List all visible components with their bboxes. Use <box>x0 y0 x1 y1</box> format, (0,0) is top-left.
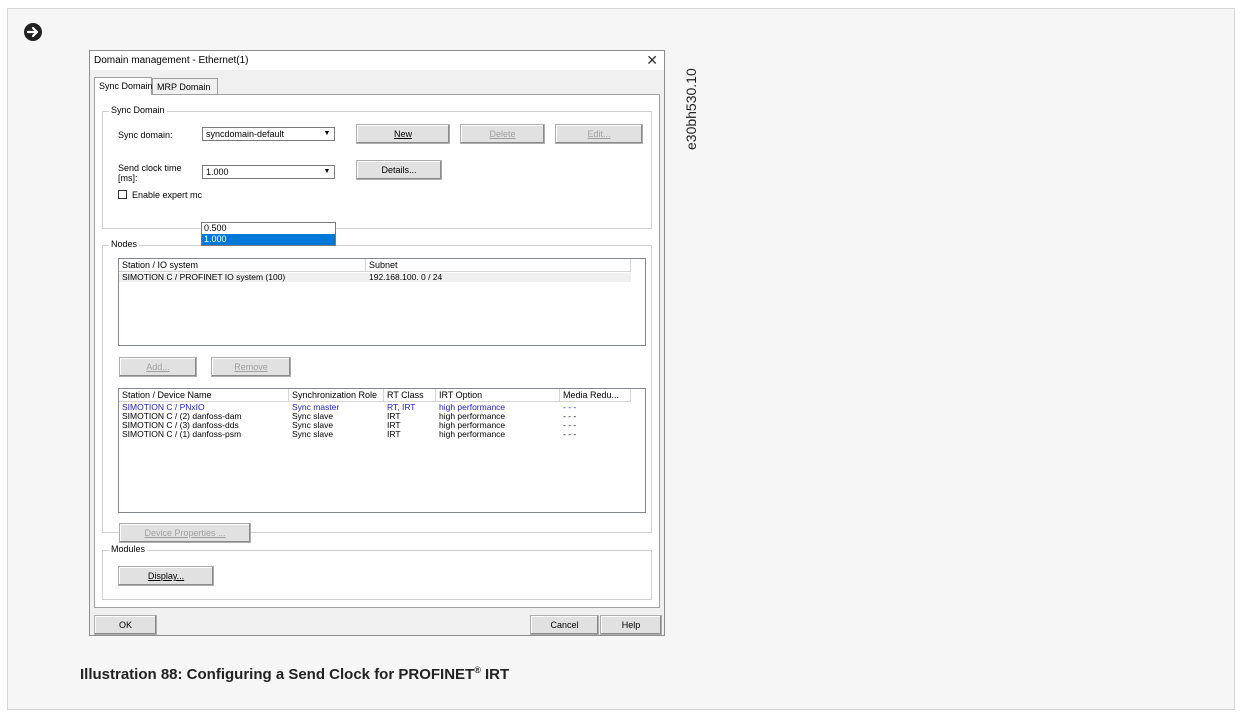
io-system-list[interactable]: Station / IO system Subnet SIMOTION C / … <box>118 258 646 346</box>
table-row[interactable]: SIMOTION C / (1) danfoss-psm Sync slave … <box>119 430 631 439</box>
column-header-subnet[interactable]: Subnet <box>366 259 631 272</box>
edit-button[interactable]: Edit... <box>555 124 643 144</box>
expert-mode-checkbox[interactable] <box>118 190 127 199</box>
ok-button[interactable]: OK <box>94 615 157 635</box>
column-header-station[interactable]: Station / IO system <box>119 259 366 272</box>
rt-class-cell: IRT <box>387 429 401 439</box>
dropdown-option[interactable]: 0.500 <box>202 223 335 234</box>
delete-button-label: Delete <box>489 129 516 139</box>
caption-suffix: IRT <box>480 666 510 683</box>
nodes-group: Nodes Station / IO system Subnet SIMOTIO… <box>102 239 652 543</box>
new-button-label: New <box>393 129 412 139</box>
chevron-down-icon: ▼ <box>323 130 331 137</box>
send-clock-label-line1: Send clock time <box>118 163 182 173</box>
close-icon[interactable]: ✕ <box>646 52 658 69</box>
modules-legend: Modules <box>109 544 148 554</box>
column-header-media-redundancy[interactable]: Media Redu... <box>560 389 631 402</box>
nodes-legend: Nodes <box>109 239 140 249</box>
media-redundancy-cell: - - - <box>563 429 577 439</box>
sync-domain-legend: Sync Domain <box>109 105 167 115</box>
sync-domain-label: Sync domain: <box>118 130 173 140</box>
domain-management-dialog: Domain management - Ethernet(1) ✕ Sync D… <box>89 50 665 636</box>
device-list[interactable]: Station / Device Name Synchronization Ro… <box>118 388 646 513</box>
delete-button[interactable]: Delete <box>460 124 545 144</box>
send-clock-dropdown-list: 0.500 1.000 <box>201 222 336 246</box>
table-row[interactable]: SIMOTION C / PROFINET IO system (100) 19… <box>119 273 631 282</box>
details-button[interactable]: Details... <box>356 160 442 180</box>
figure-caption: Illustration 88: Configuring a Send Cloc… <box>80 665 509 683</box>
sync-domain-select[interactable]: syncdomain-default ▼ <box>202 127 335 141</box>
chevron-down-icon: ▼ <box>323 168 331 175</box>
sync-domain-panel: Sync Domain Sync domain: syncdomain-defa… <box>94 94 660 608</box>
sync-domain-value: syncdomain-default <box>206 129 285 139</box>
station-cell: SIMOTION C / PROFINET IO system (100) <box>122 272 286 282</box>
send-clock-label-line2: [ms]: <box>118 173 138 183</box>
dialog-title: Domain management - Ethernet(1) <box>94 55 249 66</box>
device-name-cell: SIMOTION C / (1) danfoss-psm <box>122 429 242 439</box>
cancel-button[interactable]: Cancel <box>530 615 599 635</box>
registered-mark: ® <box>474 665 481 675</box>
modules-group: Modules Display... <box>102 544 652 600</box>
column-header-irt-option[interactable]: IRT Option <box>436 389 560 402</box>
remove-button-label: Remove <box>234 362 268 372</box>
dropdown-option-selected[interactable]: 1.000 <box>202 234 335 245</box>
display-button-label: Display... <box>147 571 185 581</box>
remove-button[interactable]: Remove <box>211 357 291 377</box>
arrow-right-circle-icon <box>24 23 42 41</box>
irt-option-cell: high performance <box>439 429 506 439</box>
device-properties-button[interactable]: Device Properties ... <box>119 523 251 543</box>
dialog-titlebar: Domain management - Ethernet(1) ✕ <box>90 51 664 70</box>
edit-button-label: Edit... <box>587 129 611 139</box>
sync-domain-group: Sync Domain Sync domain: syncdomain-defa… <box>102 105 652 229</box>
display-button[interactable]: Display... <box>118 566 214 586</box>
column-header-rt-class[interactable]: RT Class <box>384 389 436 402</box>
figure-code-text: e30bh530.10 <box>683 68 699 150</box>
add-button-label: Add... <box>146 362 170 372</box>
figure-code: e30bh530.10 <box>683 50 699 150</box>
tab-mrp-domain[interactable]: MRP Domain <box>152 78 218 94</box>
tab-sync-domain[interactable]: Sync Domain <box>94 77 153 95</box>
subnet-cell: 192.168.100. 0 / 24 <box>369 272 443 282</box>
expert-mode-label: Enable expert mc <box>132 190 203 200</box>
help-button[interactable]: Help <box>600 615 662 635</box>
new-button[interactable]: New <box>356 124 450 144</box>
send-clock-value: 1.000 <box>206 167 229 177</box>
device-properties-label: Device Properties ... <box>144 528 226 538</box>
column-header-device-name[interactable]: Station / Device Name <box>119 389 289 402</box>
send-clock-select[interactable]: 1.000 ▼ <box>202 165 335 179</box>
add-button[interactable]: Add... <box>119 357 197 377</box>
caption-prefix: Illustration 88: Configuring a Send Cloc… <box>80 666 475 683</box>
column-header-sync-role[interactable]: Synchronization Role <box>289 389 384 402</box>
sync-role-cell: Sync slave <box>292 429 334 439</box>
